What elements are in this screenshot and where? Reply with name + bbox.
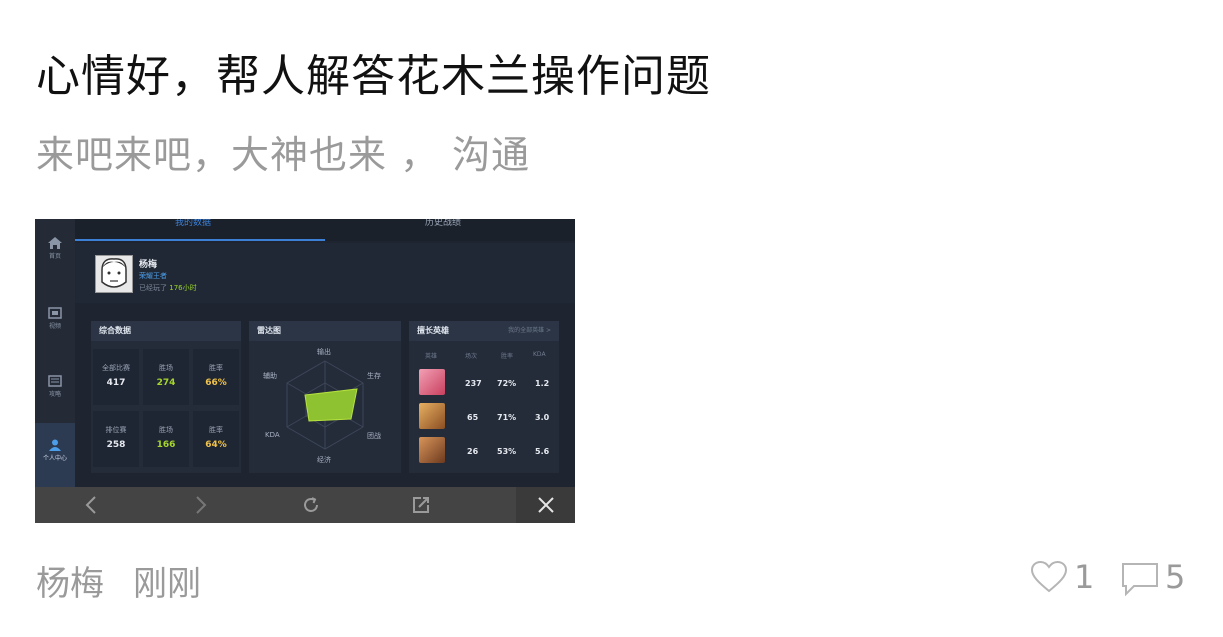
hero-portrait [419, 437, 445, 463]
hero-portrait [419, 369, 445, 395]
panel-title: 雷达图 [249, 321, 401, 341]
radar-label-kda: KDA [265, 431, 280, 439]
stat-cell: 胜率 64% [193, 411, 239, 467]
radar-label-survival: 生存 [367, 372, 381, 380]
radar-shape [304, 388, 358, 422]
author-name[interactable]: 杨梅 [36, 556, 104, 605]
radar-label-economy: 经济 [317, 456, 331, 464]
user-icon [49, 439, 61, 451]
video-icon [48, 307, 62, 319]
radar-chart [286, 360, 364, 450]
close-icon [537, 497, 554, 513]
heroes-panel: 擅长英雄 我的全部英雄 > 英雄 场次 胜率 KDA 237 72% 1.2 65… [409, 321, 559, 473]
nav-guide: 攻略 [35, 365, 75, 415]
heart-icon[interactable] [1030, 560, 1068, 594]
play-time: 已经玩了 176小时 [139, 284, 197, 292]
comment-icon[interactable] [1120, 561, 1160, 597]
post-time: 刚刚 [133, 564, 201, 604]
stat-cell: 排位赛 258 [93, 411, 139, 467]
hero-portrait [419, 403, 445, 429]
screenshot-side-nav: 首页 视频 攻略 个人中心 [35, 219, 75, 487]
stat-cell: 胜场 166 [143, 411, 189, 467]
post-title: 心情好，帮人解答花木兰操作问题 [36, 51, 711, 102]
nav-video: 视频 [35, 297, 75, 347]
chevron-right-icon [196, 496, 207, 514]
nav-profile: 个人中心 [35, 423, 75, 487]
face-icon [101, 258, 127, 288]
panel-title: 综合数据 [91, 321, 241, 341]
guide-icon [48, 375, 62, 387]
nav-label: 攻略 [48, 391, 61, 398]
play-time-value: 176小时 [169, 284, 197, 292]
post-subtitle: 来吧来吧，大神也来 ， 沟通 [36, 133, 531, 177]
active-tab-underline [75, 239, 325, 241]
forward-button[interactable] [181, 487, 221, 523]
chevron-left-icon [85, 496, 96, 514]
avatar [95, 255, 133, 293]
back-button[interactable] [71, 487, 111, 523]
home-icon [48, 237, 62, 249]
nav-home: 首页 [35, 227, 75, 277]
player-rank: 荣耀王者 [139, 272, 167, 280]
stat-cell: 全部比赛 417 [93, 349, 139, 405]
tab-my-data: 我的数据 [175, 219, 212, 228]
comment-count: 5 [1165, 558, 1186, 596]
radar-label-output: 输出 [317, 348, 331, 356]
overview-panel: 综合数据 全部比赛 417 胜场 274 胜率 66% 排位赛 258 胜场 166 胜率… [91, 321, 241, 473]
all-heroes-link: 我的全部英雄 > [508, 327, 551, 334]
radar-label-team: 团战 [367, 432, 381, 440]
refresh-button[interactable] [291, 487, 331, 523]
like-count: 1 [1074, 558, 1095, 596]
screenshot-tabs: 我的数据 历史战绩 [75, 219, 575, 241]
close-button[interactable] [516, 487, 575, 523]
radar-panel: 雷达图 输出 生存 团战 经济 KDA 辅助 [249, 321, 401, 473]
stat-cell: 胜场 274 [143, 349, 189, 405]
panel-title: 擅长英雄 我的全部英雄 > [409, 321, 559, 341]
nav-label: 个人中心 [42, 455, 67, 462]
stat-cell: 胜率 66% [193, 349, 239, 405]
game-stats-screenshot[interactable]: 首页 视频 攻略 个人中心 我的数据 历史战绩 杨梅 荣耀王者 已经玩了 176… [35, 219, 575, 523]
share-button[interactable] [401, 487, 441, 523]
player-name: 杨梅 [139, 260, 158, 270]
share-icon [413, 497, 429, 513]
tab-history: 历史战绩 [425, 219, 462, 228]
radar-label-support: 辅助 [263, 372, 277, 380]
browser-toolbar [35, 487, 575, 523]
nav-label: 视频 [48, 323, 61, 330]
refresh-icon [304, 497, 318, 512]
nav-label: 首页 [48, 253, 61, 260]
